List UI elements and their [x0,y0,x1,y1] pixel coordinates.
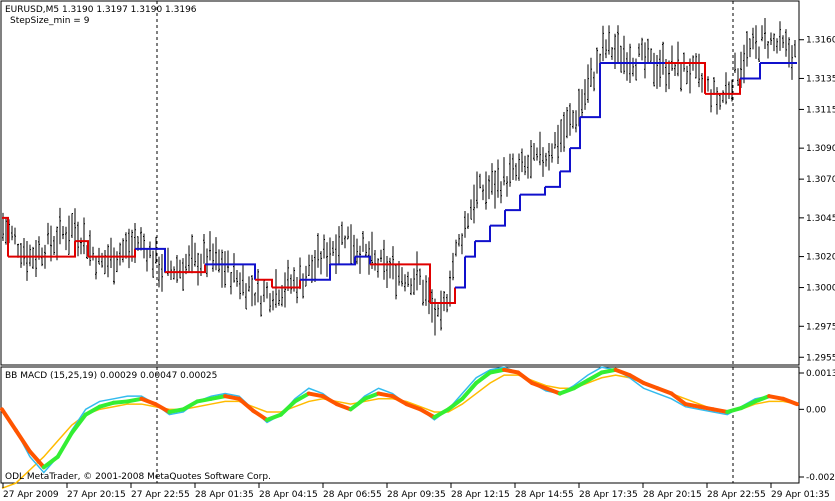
price-tick-label: 1.3045 [806,214,835,224]
time-tick-label: 27 Apr 22:55 [131,490,190,500]
macd-tick-label: 0.00138 [806,369,835,379]
price-axis: 1.3160 1.3135 1.3115 1.3090 1.3070 1.3045 1.30… [799,36,835,363]
time-tick-label: 27 Apr 20:15 [67,490,126,500]
time-tick-label: 28 Apr 01:35 [195,490,254,500]
macd-segment [711,407,730,414]
macd-tick-label: -0.00257 [806,473,835,483]
macd-segment [125,396,144,404]
indicator-window[interactable] [0,366,800,484]
time-tick-label: 28 Apr 09:35 [387,490,446,500]
macd-segment [697,404,716,412]
price-tick-label: 1.3135 [806,74,835,84]
macd-axis: 0.00138 0.00 -0.00257 [799,369,835,483]
price-tick-label: 1.3090 [806,144,835,154]
macd-segment [195,396,214,404]
main-window[interactable] [0,0,800,366]
macd-segment [683,402,702,409]
macd-segment [488,367,507,375]
macd-segment [376,391,395,399]
macd-segment [767,394,786,401]
price-tick-label: 1.2975 [806,322,835,332]
macd-tick-label: 0.00 [806,405,826,415]
copyright-text: ODL MetaTrader, © 2001-2008 MetaQuotes S… [5,472,271,482]
price-tick-label: 1.3070 [806,175,835,185]
stepsize-label: StepSize_min = 9 [10,16,90,26]
trading-chart: 1.3160 1.3135 1.3115 1.3090 1.3070 1.3045 1.30… [0,0,835,501]
symbol-header: EURUSD,M5 1.3190 1.3197 1.3190 1.3196 [5,5,197,15]
price-tick-label: 1.3000 [806,284,835,294]
time-tick-label: 28 Apr 14:55 [515,490,574,500]
price-tick-label: 1.3160 [806,36,835,46]
time-tick-label: 28 Apr 04:15 [259,490,318,500]
time-tick-label: 28 Apr 20:15 [643,490,702,500]
macd-segment [502,367,521,375]
chart-canvas[interactable]: 1.3160 1.3135 1.3115 1.3090 1.3070 1.3045 1.30… [0,0,835,501]
time-tick-label: 28 Apr 12:15 [451,490,510,500]
macd-segment [599,367,618,375]
price-tick-label: 1.3115 [806,105,835,115]
indicator-title: BB MACD (15,25,19) 0.00029 0.00047 0.000… [5,371,217,381]
time-tick-label: 29 Apr 01:35 [771,490,830,500]
macd-segment [111,399,130,405]
macd-segment [167,407,186,414]
time-tick-label: 28 Apr 06:55 [323,490,382,500]
time-axis: 27 Apr 2009 27 Apr 20:15 27 Apr 22:55 28 Ap… [2,483,830,500]
time-tick-label: 28 Apr 17:35 [579,490,638,500]
macd-segment [306,391,325,399]
time-tick-label: 28 Apr 22:55 [707,490,766,500]
time-tick-label: 27 Apr 2009 [3,490,59,500]
price-tick-label: 1.3020 [806,253,835,263]
price-tick-label: 1.2955 [806,353,835,363]
macd-segment [209,394,228,401]
macd-segment [223,394,242,401]
